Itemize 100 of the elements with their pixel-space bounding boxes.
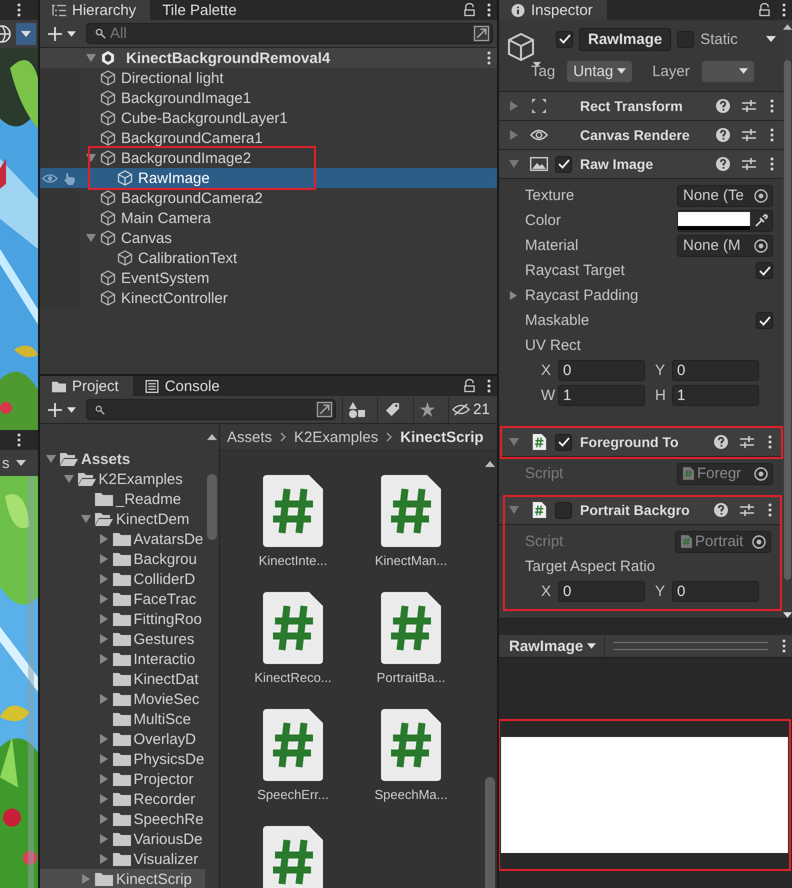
scrollbar-thumb[interactable] [485, 777, 495, 888]
folder-item[interactable]: MovieSec [40, 689, 205, 709]
folder-item[interactable]: ColliderD [40, 569, 205, 589]
script-file-icon[interactable] [263, 709, 323, 781]
active-checkbox[interactable] [556, 30, 573, 48]
expand-arrow[interactable] [81, 514, 91, 524]
property-checkbox[interactable] [756, 312, 773, 329]
folder-item[interactable]: MultiSce [40, 709, 205, 729]
number-field[interactable]: 0 [672, 360, 759, 381]
caret-icon[interactable] [16, 460, 26, 466]
number-field[interactable]: 0 [558, 581, 645, 602]
expand-arrow[interactable] [98, 634, 108, 644]
name-field[interactable]: RawImage [579, 28, 672, 50]
enabled-checkbox[interactable] [555, 502, 572, 518]
folder-item[interactable]: KinectScrip [40, 869, 205, 888]
folder-item[interactable]: Gestures [40, 629, 205, 649]
expand-arrow[interactable] [98, 734, 108, 744]
object-field[interactable]: None (Te [677, 184, 773, 206]
expand-arrow[interactable] [98, 814, 108, 824]
menu-icon[interactable] [17, 433, 21, 447]
expand-arrow[interactable] [509, 291, 518, 300]
folder-item[interactable]: KinectDem [40, 509, 205, 529]
object-field[interactable]: Portrait [675, 530, 771, 552]
lock-icon[interactable] [759, 3, 770, 17]
search-field[interactable] [86, 399, 336, 420]
help-icon[interactable] [714, 503, 728, 517]
expand-arrow[interactable] [98, 554, 108, 564]
component-header[interactable]: Raw Image [499, 150, 783, 179]
folder-item[interactable]: KinectDat [40, 669, 205, 689]
presets-icon[interactable] [742, 157, 756, 171]
script-file-icon[interactable] [263, 826, 323, 888]
search-field[interactable]: All [86, 23, 493, 44]
scroll-up-icon[interactable] [207, 434, 217, 440]
help-icon[interactable] [716, 128, 730, 142]
folder-item[interactable]: Recorder [40, 789, 205, 809]
folder-item[interactable]: OverlayD [40, 729, 205, 749]
expand-arrow[interactable] [46, 454, 56, 464]
expand-arrow[interactable] [98, 614, 108, 624]
expand-icon[interactable] [316, 401, 333, 418]
hierarchy-item[interactable]: Canvas [40, 228, 497, 248]
menu-icon[interactable] [17, 3, 21, 17]
hierarchy-item[interactable]: BackgroundCamera2 [40, 188, 497, 208]
scroll-up-icon[interactable] [783, 24, 792, 30]
expand-arrow[interactable] [64, 474, 74, 484]
expand-arrow[interactable] [98, 754, 108, 764]
scrollbar-thumb[interactable] [784, 60, 791, 580]
expand-arrow[interactable] [86, 233, 96, 243]
expand-arrow[interactable] [98, 594, 108, 604]
expand-arrow[interactable] [98, 834, 108, 844]
script-file-icon[interactable] [263, 592, 323, 664]
panel-tab[interactable]: Console [132, 376, 234, 396]
presets-icon[interactable] [742, 128, 756, 142]
folder-item[interactable]: AvatarsDe [40, 529, 205, 549]
enabled-checkbox[interactable] [555, 156, 572, 172]
expand-arrow[interactable] [98, 694, 108, 704]
folder-item[interactable]: VariousDe [40, 829, 205, 849]
help-icon[interactable] [716, 157, 730, 171]
folder-item[interactable]: Interactio [40, 649, 205, 669]
number-field[interactable]: 1 [672, 385, 759, 406]
number-field[interactable]: 0 [558, 360, 645, 381]
hierarchy-item[interactable]: BackgroundImage2 [40, 148, 497, 168]
hierarchy-item[interactable]: Directional light [40, 68, 497, 88]
scene-header[interactable]: KinectBackgroundRemoval4 [40, 48, 497, 68]
panel-tab[interactable]: Tile Palette [150, 0, 251, 20]
menu-icon[interactable] [782, 3, 786, 17]
folder-item[interactable]: Visualizer [40, 849, 205, 869]
menu-icon[interactable] [770, 157, 774, 171]
eye-icon[interactable] [42, 172, 58, 184]
folder-item[interactable]: SpeechRe [40, 809, 205, 829]
expand-icon[interactable] [473, 25, 490, 42]
globe-icon[interactable] [0, 25, 14, 43]
object-field[interactable]: None (M [677, 234, 773, 256]
folder-item[interactable]: FaceTrac [40, 589, 205, 609]
scroll-down-icon[interactable] [783, 612, 792, 618]
menu-icon[interactable] [770, 99, 774, 113]
tab-label[interactable]: s [2, 454, 10, 472]
component-header[interactable]: Rect Transform [499, 92, 783, 121]
menu-icon[interactable] [768, 503, 772, 517]
color-field[interactable] [677, 210, 773, 232]
folder-item[interactable]: K2Examples [40, 469, 205, 489]
folder-item[interactable]: _Readme [40, 489, 205, 509]
hierarchy-item[interactable]: RawImage [40, 168, 497, 188]
breadcrumb-link[interactable]: KinectScrip [400, 428, 484, 446]
property-checkbox[interactable] [756, 262, 773, 279]
component-header[interactable]: Canvas Rendere [499, 121, 783, 150]
hierarchy-item[interactable]: BackgroundCamera1 [40, 128, 497, 148]
color-swatch[interactable] [678, 212, 750, 230]
expand-arrow[interactable] [86, 153, 96, 163]
panel-tab[interactable]: Project [40, 376, 133, 396]
menu-icon[interactable] [768, 435, 772, 449]
folder-item[interactable]: Assets [40, 449, 205, 469]
folder-item[interactable]: Backgrou [40, 549, 205, 569]
script-file-icon[interactable] [381, 709, 441, 781]
menu-icon[interactable] [487, 51, 491, 65]
enabled-checkbox[interactable] [555, 434, 572, 450]
expand-arrow[interactable] [98, 794, 108, 804]
static-checkbox[interactable] [677, 30, 694, 48]
component-header[interactable]: Foreground To [502, 428, 781, 457]
dropdown-button[interactable] [16, 23, 36, 45]
help-icon[interactable] [716, 99, 730, 113]
